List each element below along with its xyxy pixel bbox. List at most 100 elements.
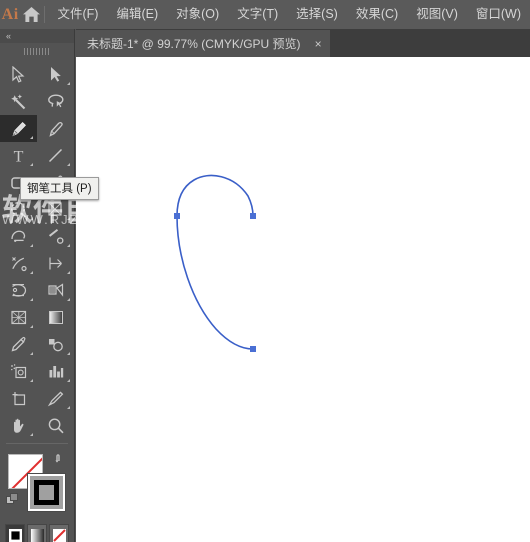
pencil-tool[interactable] bbox=[37, 196, 74, 223]
menu-item-select[interactable]: 选择(S) bbox=[287, 0, 347, 29]
lasso-tool[interactable] bbox=[37, 88, 74, 115]
illustrator-window: Ai 文件(F) 编辑(E) 对象(O) 文字(T) 选择(S) 效果(C) 视… bbox=[0, 0, 530, 542]
rotate-tool[interactable] bbox=[37, 223, 74, 250]
blend-tool[interactable] bbox=[37, 331, 74, 358]
perspective-grid-icon bbox=[10, 310, 26, 325]
double-chevron-left-icon: « bbox=[6, 30, 11, 41]
line-segment-tool[interactable] bbox=[37, 142, 74, 169]
hand-icon bbox=[13, 418, 23, 433]
close-icon[interactable]: × bbox=[315, 38, 322, 50]
column-graph-tool[interactable] bbox=[37, 358, 74, 385]
anchor-point-2[interactable] bbox=[250, 213, 256, 219]
grip-lines-icon bbox=[24, 47, 50, 55]
menu-item-type[interactable]: 文字(T) bbox=[228, 0, 287, 29]
blend-icon bbox=[48, 339, 63, 352]
magic-wand-tool[interactable] bbox=[0, 88, 37, 115]
flyout-indicator bbox=[30, 136, 33, 139]
pen-tool[interactable] bbox=[0, 115, 37, 142]
slice-tool[interactable] bbox=[37, 385, 74, 412]
color-controls bbox=[0, 448, 74, 522]
menu-item-edit[interactable]: 编辑(E) bbox=[107, 0, 167, 29]
width-icon bbox=[48, 257, 62, 270]
arrow-solid-icon bbox=[12, 66, 25, 83]
eyedropper-tool[interactable] bbox=[0, 331, 37, 358]
flyout-indicator bbox=[30, 244, 33, 247]
slice-knife-icon bbox=[47, 391, 63, 407]
flyout-indicator bbox=[67, 82, 70, 85]
curvature-icon bbox=[48, 121, 63, 137]
lasso-icon bbox=[47, 94, 64, 108]
flyout-indicator bbox=[67, 352, 70, 355]
artboard-tool[interactable] bbox=[0, 385, 37, 412]
document-tab[interactable]: 未标题-1* @ 99.77% (CMYK/GPU 预览) × bbox=[76, 30, 331, 57]
none-slash-icon bbox=[52, 529, 66, 542]
free-transform-icon bbox=[11, 284, 26, 297]
flyout-indicator bbox=[30, 271, 33, 274]
tool-tooltip: 钢笔工具 (P) bbox=[20, 177, 99, 200]
magic-wand-icon bbox=[11, 94, 26, 110]
gradient-tool[interactable] bbox=[37, 304, 74, 331]
symbol-sprayer-tool[interactable] bbox=[0, 358, 37, 385]
flyout-indicator bbox=[30, 379, 33, 382]
flyout-indicator bbox=[30, 352, 33, 355]
home-icon[interactable] bbox=[20, 0, 42, 29]
default-colors-icon[interactable] bbox=[6, 493, 19, 506]
bezier-curve-upper bbox=[176, 174, 254, 217]
menu-item-effect[interactable]: 效果(C) bbox=[347, 0, 407, 29]
width-tool[interactable] bbox=[37, 250, 74, 277]
pen-icon bbox=[12, 121, 26, 136]
gradient-icon bbox=[48, 311, 63, 324]
direct-selection-tool[interactable] bbox=[37, 61, 74, 88]
eraser-tool[interactable] bbox=[0, 223, 37, 250]
color-mode-button[interactable] bbox=[5, 524, 25, 542]
scale-icon bbox=[11, 257, 27, 272]
type-t-icon: T bbox=[14, 149, 24, 165]
panel-drag-handle[interactable] bbox=[0, 43, 74, 59]
gradient-mode-button[interactable] bbox=[27, 524, 47, 542]
eyedropper-icon bbox=[11, 336, 25, 352]
flyout-indicator bbox=[30, 433, 33, 436]
flyout-indicator bbox=[30, 163, 33, 166]
flyout-indicator bbox=[67, 406, 70, 409]
free-transform-tool[interactable] bbox=[0, 277, 37, 304]
stroke-swatch[interactable] bbox=[28, 474, 65, 511]
gradient-swatch-icon bbox=[30, 529, 44, 542]
none-mode-button[interactable] bbox=[49, 524, 69, 542]
perspective-grid-tool[interactable] bbox=[0, 304, 37, 331]
menu-item-view[interactable]: 视图(V) bbox=[407, 0, 467, 29]
menu-item-object[interactable]: 对象(O) bbox=[167, 0, 228, 29]
tools-panel: « T 钢笔工具 (P) bbox=[0, 29, 99, 542]
arrow-white-icon bbox=[51, 67, 61, 82]
collapse-panel-button[interactable]: « bbox=[0, 29, 74, 43]
shaper-tool[interactable] bbox=[0, 196, 37, 223]
scale-tool[interactable] bbox=[0, 250, 37, 277]
flyout-indicator bbox=[67, 271, 70, 274]
flyout-indicator bbox=[67, 217, 70, 220]
hand-tool[interactable] bbox=[0, 412, 37, 439]
flyout-indicator bbox=[30, 217, 33, 220]
eraser-icon bbox=[10, 230, 25, 242]
menu-separator bbox=[43, 6, 45, 23]
bezier-curve-lower bbox=[176, 215, 254, 350]
menu-item-window[interactable]: 窗口(W) bbox=[467, 0, 530, 29]
stroke-swatch-core bbox=[39, 485, 54, 500]
anchor-point-3[interactable] bbox=[250, 346, 256, 352]
toolbar-divider bbox=[6, 443, 68, 444]
menu-bar: Ai 文件(F) 编辑(E) 对象(O) 文字(T) 选择(S) 效果(C) 视… bbox=[0, 0, 530, 29]
zoom-tool[interactable] bbox=[37, 412, 74, 439]
app-logo: Ai bbox=[1, 5, 19, 23]
document-tab-label: 未标题-1* @ 99.77% (CMYK/GPU 预览) bbox=[87, 37, 301, 51]
swap-fill-stroke-icon[interactable] bbox=[54, 452, 68, 466]
artboard-canvas[interactable] bbox=[76, 57, 530, 542]
flyout-indicator bbox=[30, 298, 33, 301]
curvature-tool[interactable] bbox=[37, 115, 74, 142]
vector-path-group bbox=[174, 174, 256, 352]
anchor-point-1[interactable] bbox=[174, 213, 180, 219]
shape-builder-icon bbox=[47, 283, 63, 297]
document-tab-bar: 未标题-1* @ 99.77% (CMYK/GPU 预览) × bbox=[76, 29, 530, 57]
selection-tool[interactable] bbox=[0, 61, 37, 88]
type-tool[interactable]: T bbox=[0, 142, 37, 169]
menu-item-file[interactable]: 文件(F) bbox=[49, 0, 108, 29]
shape-builder-tool[interactable] bbox=[37, 277, 74, 304]
tool-grid: T bbox=[0, 59, 74, 439]
